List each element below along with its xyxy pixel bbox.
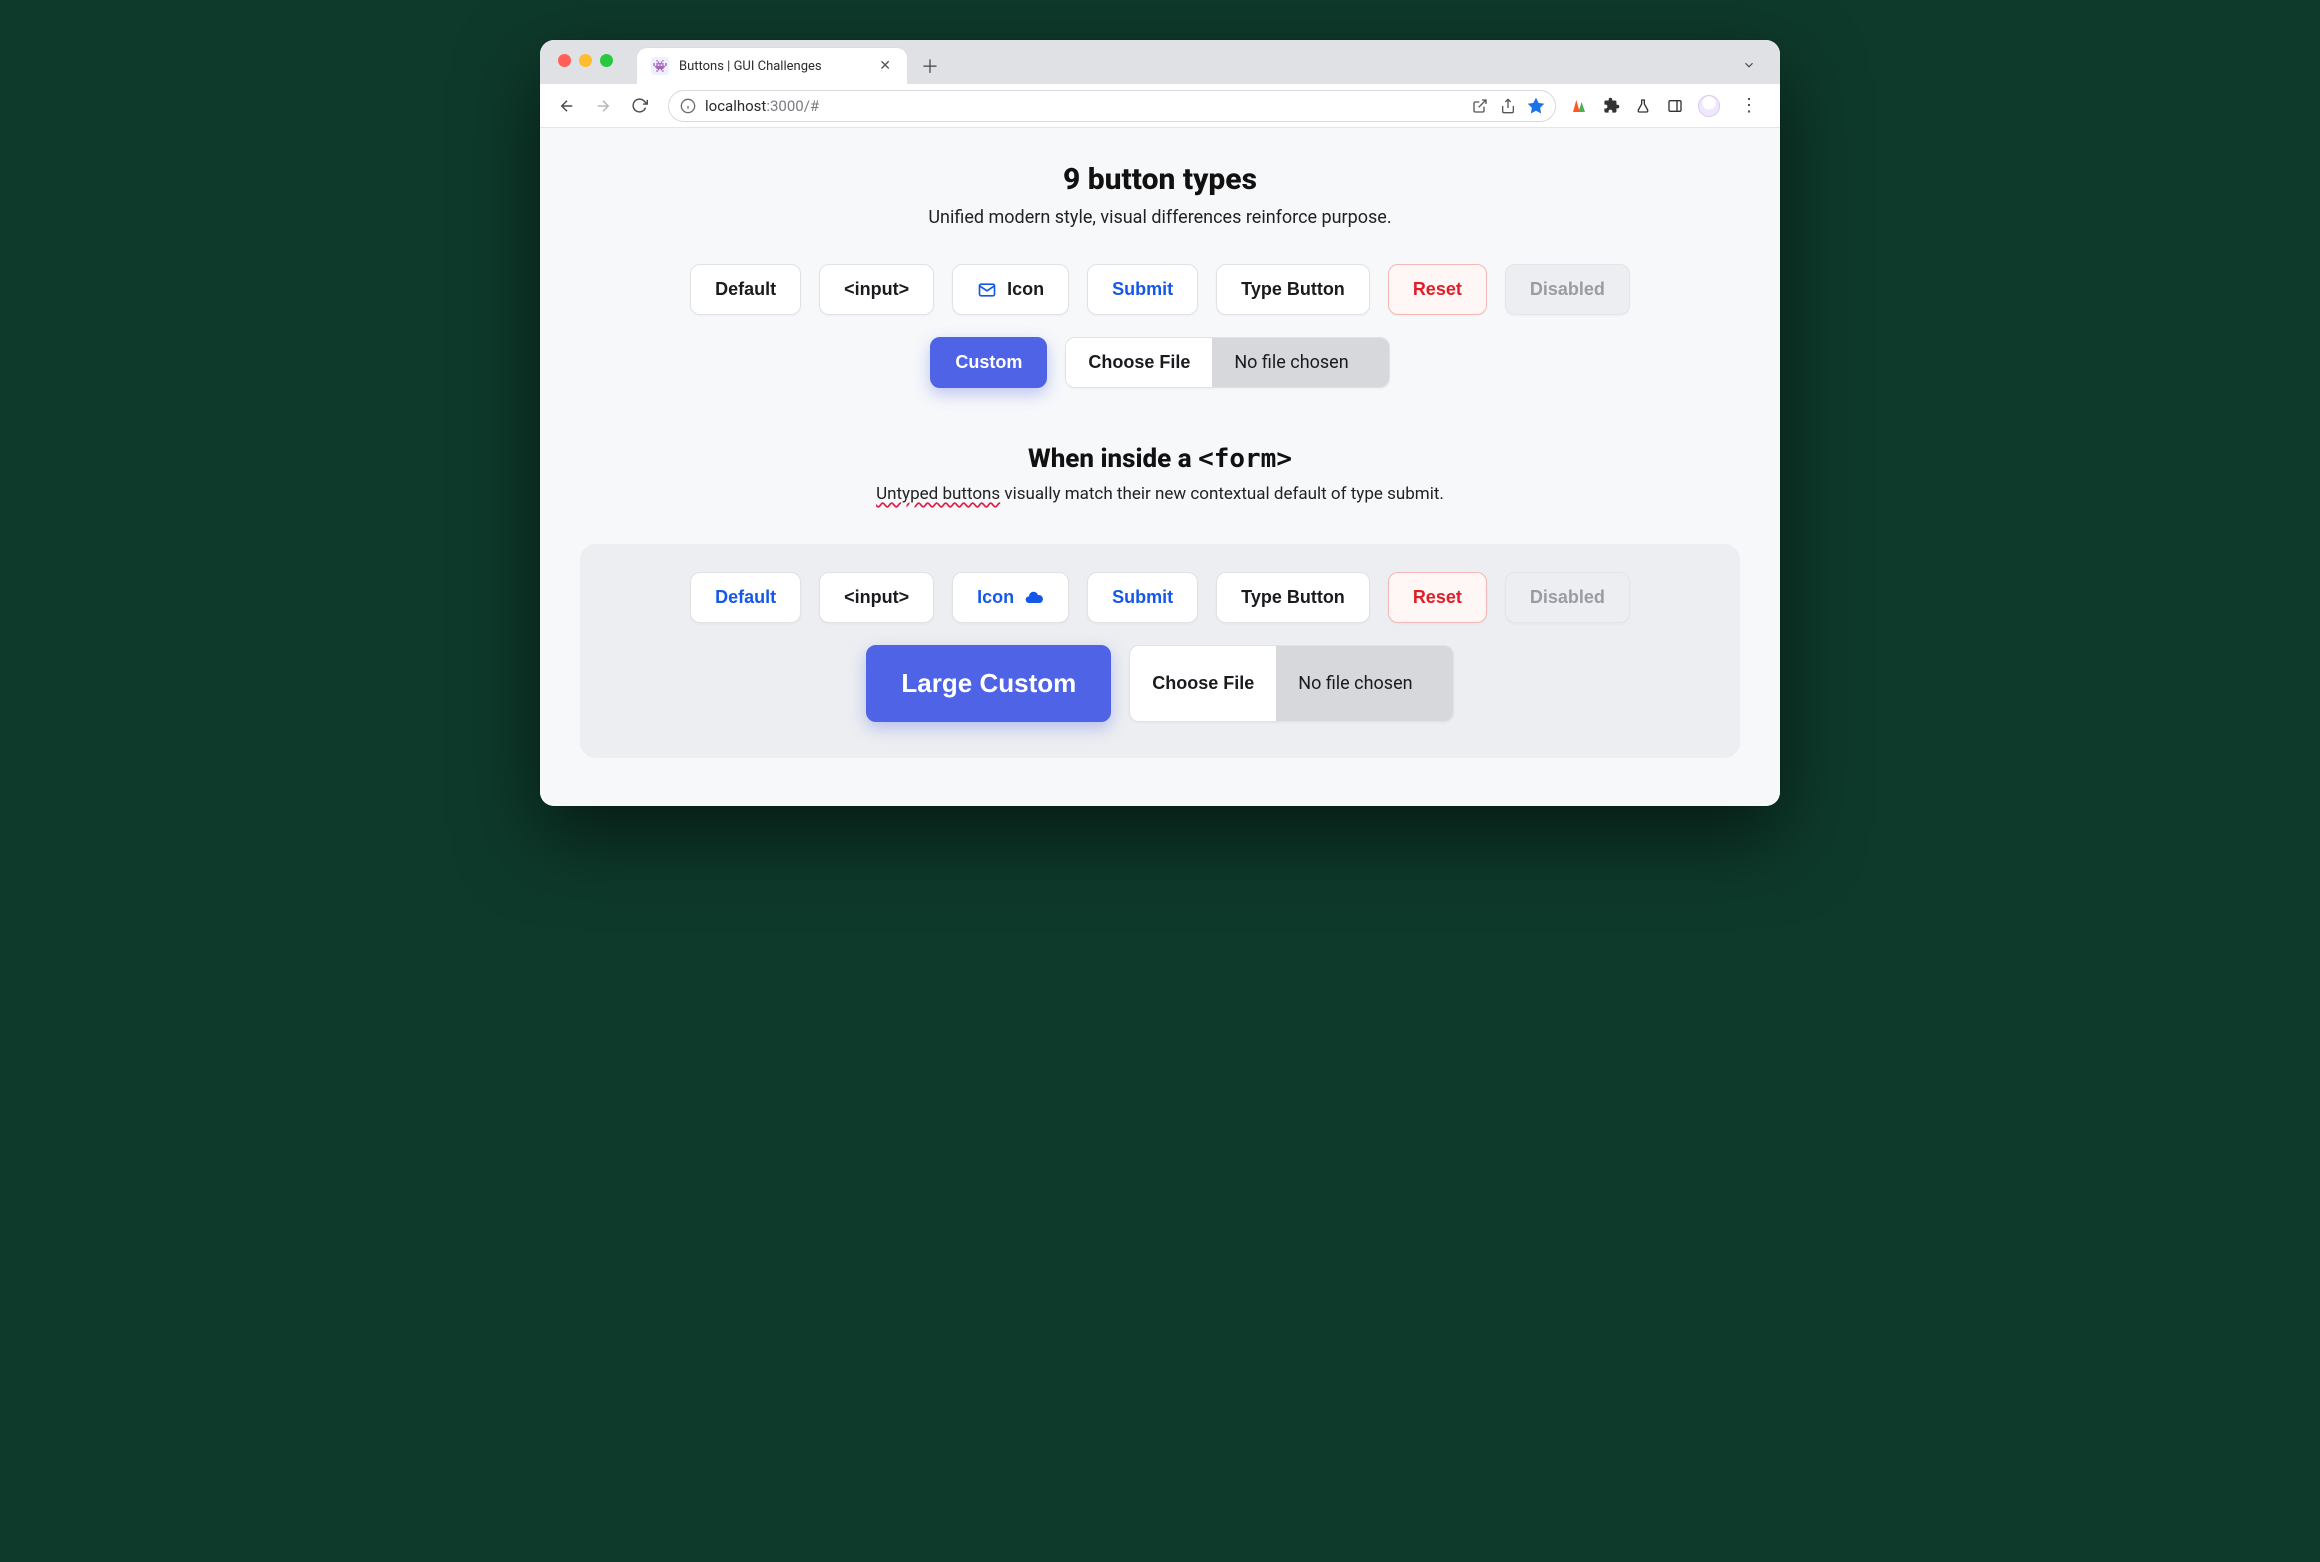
form-container: Default <input> Icon Submit Type Button …: [580, 544, 1740, 758]
form-icon-button-label: Icon: [977, 587, 1014, 608]
section-inside-form: When inside a <form> Untyped buttons vis…: [540, 388, 1780, 504]
labs-flask-icon[interactable]: [1634, 97, 1652, 115]
button-row-2: Custom Choose File No file chosen: [580, 337, 1740, 388]
site-info-icon[interactable]: [679, 97, 697, 115]
window-zoom[interactable]: [600, 54, 613, 67]
favicon-icon: 👾: [651, 57, 669, 75]
form-file-status-label: No file chosen: [1276, 646, 1452, 721]
subtitle-inside-form: Untyped buttons visually match their new…: [580, 484, 1740, 504]
window-controls: [558, 54, 613, 67]
icon-button[interactable]: Icon: [952, 264, 1069, 315]
title-bar: 👾 Buttons | GUI Challenges ✕ ＋: [540, 40, 1780, 84]
form-reset-button[interactable]: Reset: [1388, 572, 1487, 623]
back-button[interactable]: [552, 91, 582, 121]
address-bar[interactable]: localhost:3000/#: [668, 90, 1556, 122]
form-submit-button[interactable]: Submit: [1087, 572, 1198, 623]
profile-avatar[interactable]: [1698, 95, 1720, 117]
section-button-types: 9 button types Unified modern style, vis…: [540, 128, 1780, 388]
extension-icon-1[interactable]: [1570, 97, 1588, 115]
form-type-button[interactable]: Type Button: [1216, 572, 1370, 623]
share-icon[interactable]: [1499, 97, 1517, 115]
form-file-input[interactable]: Choose File No file chosen: [1129, 645, 1453, 722]
form-large-custom-button[interactable]: Large Custom: [866, 645, 1111, 722]
tab-list-button[interactable]: [1736, 52, 1762, 78]
side-panel-icon[interactable]: [1666, 97, 1684, 115]
browser-tab[interactable]: 👾 Buttons | GUI Challenges ✕: [637, 48, 907, 84]
subtitle-rest: visually match their new contextual defa…: [1000, 484, 1444, 504]
disabled-button: Disabled: [1505, 264, 1630, 315]
reset-button[interactable]: Reset: [1388, 264, 1487, 315]
subtitle-button-types: Unified modern style, visual differences…: [580, 207, 1740, 228]
icon-button-label: Icon: [1007, 279, 1044, 300]
extensions-puzzle-icon[interactable]: [1602, 97, 1620, 115]
type-button[interactable]: Type Button: [1216, 264, 1370, 315]
heading-form-code: <form>: [1198, 444, 1292, 474]
browser-toolbar: localhost:3000/#: [540, 84, 1780, 128]
tab-close-button[interactable]: ✕: [875, 56, 895, 76]
heading-inside-form: When inside a <form>: [580, 444, 1740, 474]
form-input-button[interactable]: <input>: [819, 572, 934, 623]
heading-inside-form-text: When inside a: [1028, 444, 1198, 474]
arrow-right-icon: [594, 97, 612, 115]
form-choose-file-button[interactable]: Choose File: [1130, 646, 1276, 721]
chevron-down-icon: [1742, 58, 1756, 72]
form-button-row-1: Default <input> Icon Submit Type Button …: [600, 572, 1720, 623]
page-viewport: 9 button types Unified modern style, vis…: [540, 128, 1780, 806]
form-icon-button[interactable]: Icon: [952, 572, 1069, 623]
bookmark-star-icon[interactable]: [1527, 97, 1545, 115]
new-tab-button[interactable]: ＋: [915, 51, 945, 81]
mail-icon: [977, 280, 997, 300]
url-path: /#: [804, 97, 819, 115]
url-port: :3000: [766, 97, 803, 115]
tab-title: Buttons | GUI Challenges: [679, 59, 865, 74]
browser-menu-button[interactable]: ⋮: [1734, 95, 1764, 116]
browser-window: 👾 Buttons | GUI Challenges ✕ ＋ localhos: [540, 40, 1780, 806]
default-button[interactable]: Default: [690, 264, 801, 315]
open-external-icon[interactable]: [1471, 97, 1489, 115]
input-button[interactable]: <input>: [819, 264, 934, 315]
cloud-icon: [1024, 588, 1044, 608]
heading-button-types: 9 button types: [580, 162, 1740, 197]
url-host: localhost: [705, 97, 766, 115]
form-default-button[interactable]: Default: [690, 572, 801, 623]
form-button-row-2: Large Custom Choose File No file chosen: [600, 645, 1720, 722]
window-close[interactable]: [558, 54, 571, 67]
choose-file-button[interactable]: Choose File: [1066, 338, 1212, 387]
button-row-1: Default <input> Icon Submit Type Button …: [580, 264, 1740, 315]
url-text: localhost:3000/#: [705, 97, 819, 115]
form-disabled-button: Disabled: [1505, 572, 1630, 623]
arrow-left-icon: [558, 97, 576, 115]
file-input[interactable]: Choose File No file chosen: [1065, 337, 1389, 388]
reload-button[interactable]: [624, 91, 654, 121]
reload-icon: [631, 97, 648, 114]
subtitle-emphasis: Untyped buttons: [876, 484, 1000, 504]
extension-icons: ⋮: [1570, 95, 1768, 117]
file-status-label: No file chosen: [1212, 338, 1388, 387]
forward-button[interactable]: [588, 91, 618, 121]
custom-button[interactable]: Custom: [930, 337, 1047, 388]
submit-button[interactable]: Submit: [1087, 264, 1198, 315]
window-minimize[interactable]: [579, 54, 592, 67]
